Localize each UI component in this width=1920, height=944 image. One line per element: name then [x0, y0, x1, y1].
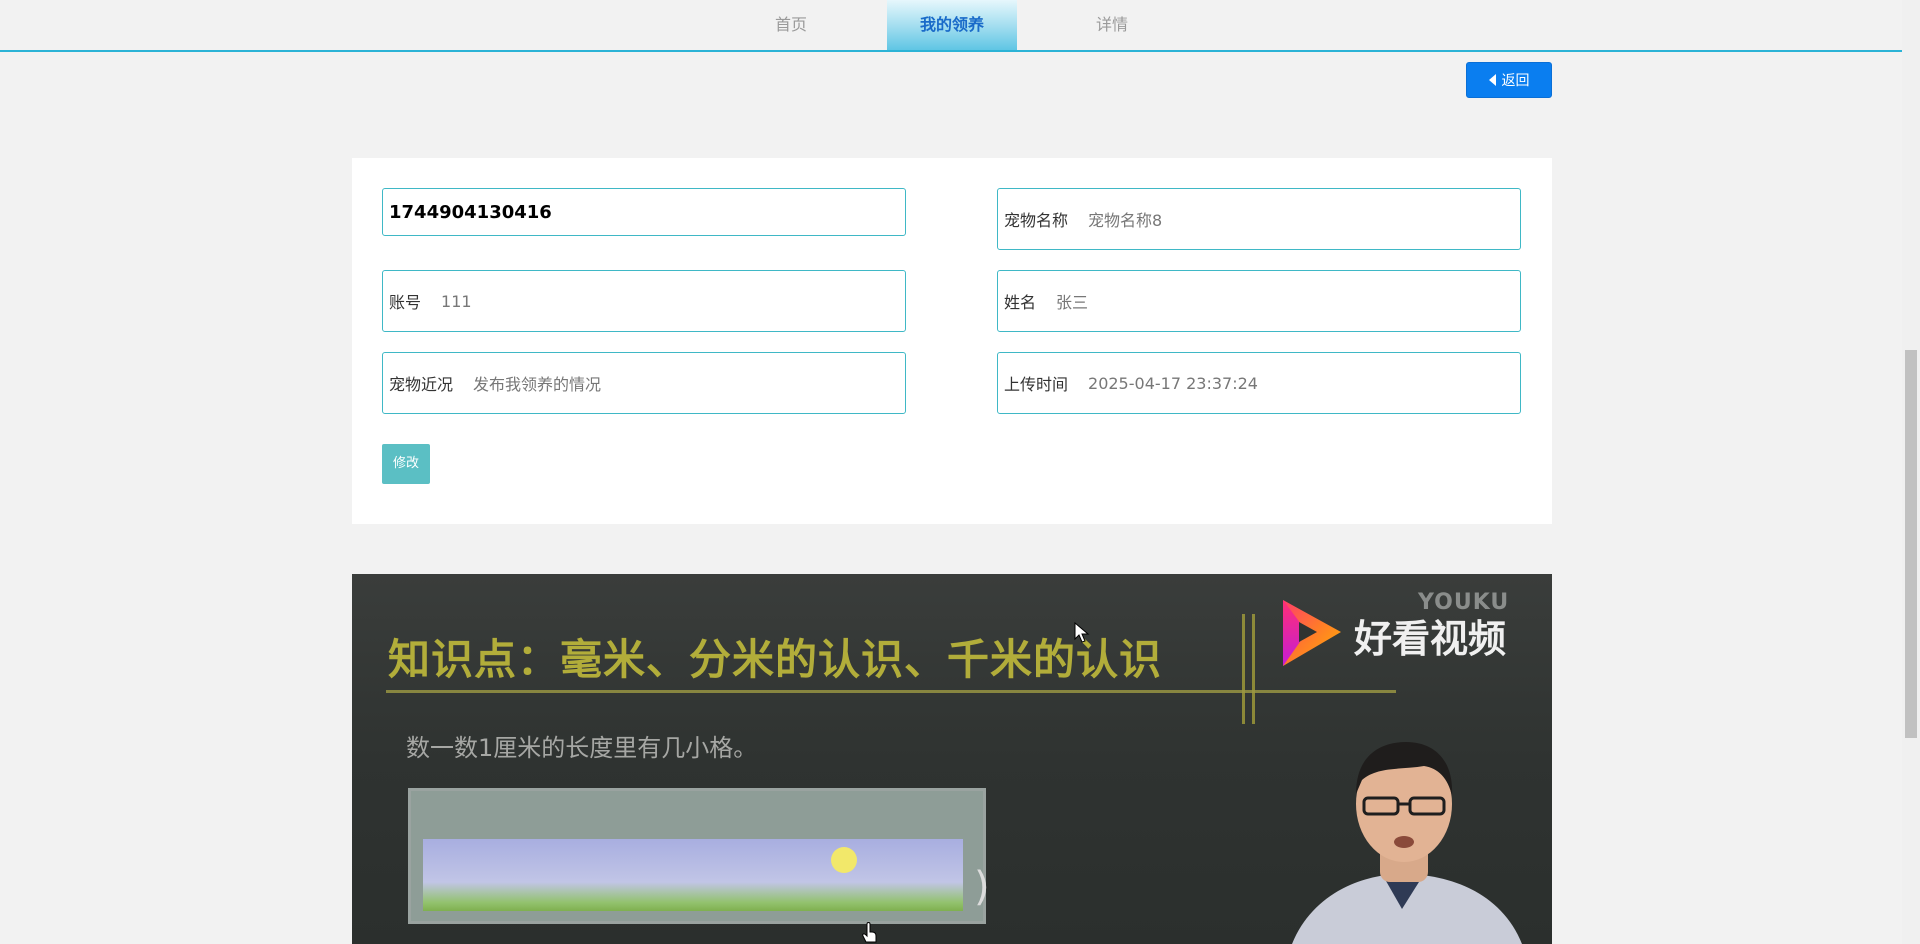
- tab-my-adoption[interactable]: 我的领养: [887, 0, 1017, 50]
- upload-time-field[interactable]: 上传时间 2025-04-17 23:37:24: [997, 352, 1521, 414]
- ruler-illustration: [408, 788, 986, 924]
- id-value: 1744904130416: [389, 201, 552, 223]
- top-navigation: 首页 我的领养 详情: [0, 0, 1902, 52]
- name-value: 张三: [1056, 293, 1089, 312]
- adoption-form-card: 1744904130416 宠物名称 宠物名称8 账号 111 姓名 张三 宠物…: [352, 158, 1552, 524]
- mouse-cursor-icon: [1074, 622, 1090, 643]
- vertical-scrollbar[interactable]: [1902, 0, 1920, 944]
- pet-name-label: 宠物名称: [1004, 211, 1069, 230]
- logo-text: 好看视频: [1354, 617, 1507, 661]
- video-player[interactable]: 知识点：毫米、分米的认识、千米的认识 数一数1厘米的长度里有几小格。 ) 好看视…: [352, 574, 1552, 944]
- youku-watermark: YOUKU: [1418, 590, 1510, 615]
- modify-button[interactable]: 修改: [382, 444, 430, 484]
- presenter-figure: [1292, 742, 1522, 944]
- headline-underline: [386, 690, 1396, 693]
- video-headline: 知识点：毫米、分米的认识、千米的认识: [388, 635, 1163, 684]
- chalk-line: [1252, 614, 1255, 724]
- video-subtitle: 数一数1厘米的长度里有几小格。: [406, 734, 758, 762]
- upload-time-label: 上传时间: [1004, 375, 1069, 394]
- pet-status-label: 宠物近况: [389, 375, 454, 394]
- ruler-scene: [423, 839, 963, 911]
- name-label: 姓名: [1004, 293, 1037, 312]
- back-button[interactable]: 返回: [1466, 62, 1552, 98]
- account-field[interactable]: 账号 111: [382, 270, 906, 332]
- name-field[interactable]: 姓名 张三: [997, 270, 1521, 332]
- tab-home[interactable]: 首页: [727, 0, 855, 50]
- scrollbar-thumb[interactable]: [1905, 350, 1917, 738]
- caret-left-icon: [1488, 74, 1496, 86]
- page: 首页 我的领养 详情 返回 1744904130416 宠物名称 宠物名称8 账…: [0, 0, 1920, 944]
- tab-details[interactable]: 详情: [1047, 0, 1177, 50]
- sun-icon: [831, 847, 857, 873]
- pet-status-field[interactable]: 宠物近况 发布我领养的情况: [382, 352, 906, 414]
- chalk-line: [1242, 614, 1245, 724]
- pet-status-value: 发布我领养的情况: [473, 375, 602, 394]
- account-value: 111: [441, 291, 472, 311]
- pet-name-field[interactable]: 宠物名称 宠物名称8: [997, 188, 1521, 250]
- haokan-logo-icon: [1283, 600, 1341, 666]
- id-field[interactable]: 1744904130416: [382, 188, 906, 236]
- account-label: 账号: [389, 293, 422, 312]
- paren-mark: ): [974, 864, 990, 910]
- back-button-label: 返回: [1501, 73, 1530, 89]
- hand-cursor-icon: [862, 922, 877, 943]
- upload-time-value: 2025-04-17 23:37:24: [1088, 373, 1258, 393]
- pet-name-value: 宠物名称8: [1088, 211, 1163, 230]
